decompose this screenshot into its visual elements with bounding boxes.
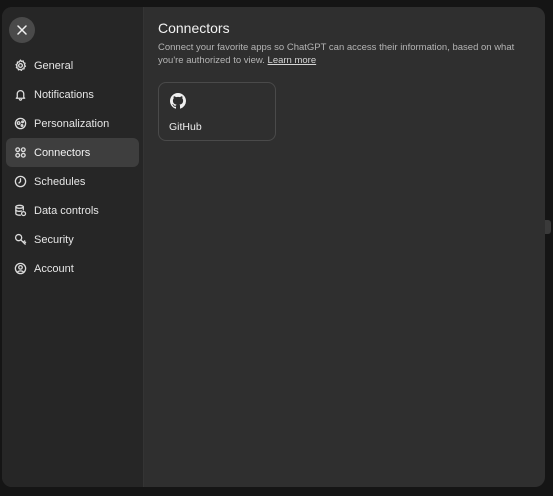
close-button[interactable] bbox=[9, 17, 35, 43]
clock-icon bbox=[14, 175, 27, 188]
sidebar-item-data-controls[interactable]: Data controls bbox=[6, 196, 139, 225]
gear-icon bbox=[14, 59, 27, 72]
sidebar-item-label: General bbox=[34, 59, 74, 72]
sidebar-item-general[interactable]: General bbox=[6, 51, 139, 80]
personalization-icon bbox=[14, 117, 27, 130]
sidebar-item-label: Connectors bbox=[34, 146, 91, 159]
sidebar-item-label: Account bbox=[34, 262, 74, 275]
sidebar-item-label: Notifications bbox=[34, 88, 94, 101]
settings-dialog: General Notifications Personalization Co… bbox=[2, 7, 545, 487]
sidebar-item-personalization[interactable]: Personalization bbox=[6, 109, 139, 138]
connectors-icon bbox=[14, 146, 27, 159]
connectors-panel: Connectors Connect your favorite apps so… bbox=[144, 7, 545, 487]
close-icon bbox=[17, 25, 27, 35]
learn-more-link[interactable]: Learn more bbox=[268, 55, 317, 66]
sidebar-item-notifications[interactable]: Notifications bbox=[6, 80, 139, 109]
bell-icon bbox=[14, 88, 27, 101]
description-text: Connect your favorite apps so ChatGPT ca… bbox=[158, 42, 515, 66]
github-icon bbox=[170, 93, 186, 109]
sidebar-item-label: Security bbox=[34, 233, 74, 246]
connector-label: GitHub bbox=[169, 121, 202, 133]
database-icon bbox=[14, 204, 27, 217]
user-circle-icon bbox=[14, 262, 27, 275]
sidebar-item-label: Schedules bbox=[34, 175, 86, 188]
sidebar-item-label: Data controls bbox=[34, 204, 99, 217]
settings-sidebar: General Notifications Personalization Co… bbox=[2, 7, 144, 487]
sidebar-item-schedules[interactable]: Schedules bbox=[6, 167, 139, 196]
sidebar-item-label: Personalization bbox=[34, 117, 110, 130]
key-icon bbox=[14, 233, 27, 246]
scroll-edge-handle bbox=[545, 220, 551, 234]
page-description: Connect your favorite apps so ChatGPT ca… bbox=[158, 41, 528, 67]
page-title: Connectors bbox=[158, 20, 230, 36]
sidebar-item-security[interactable]: Security bbox=[6, 225, 139, 254]
connector-card-github[interactable]: GitHub bbox=[158, 82, 276, 141]
settings-nav: General Notifications Personalization Co… bbox=[6, 51, 139, 283]
sidebar-item-connectors[interactable]: Connectors bbox=[6, 138, 139, 167]
sidebar-item-account[interactable]: Account bbox=[6, 254, 139, 283]
